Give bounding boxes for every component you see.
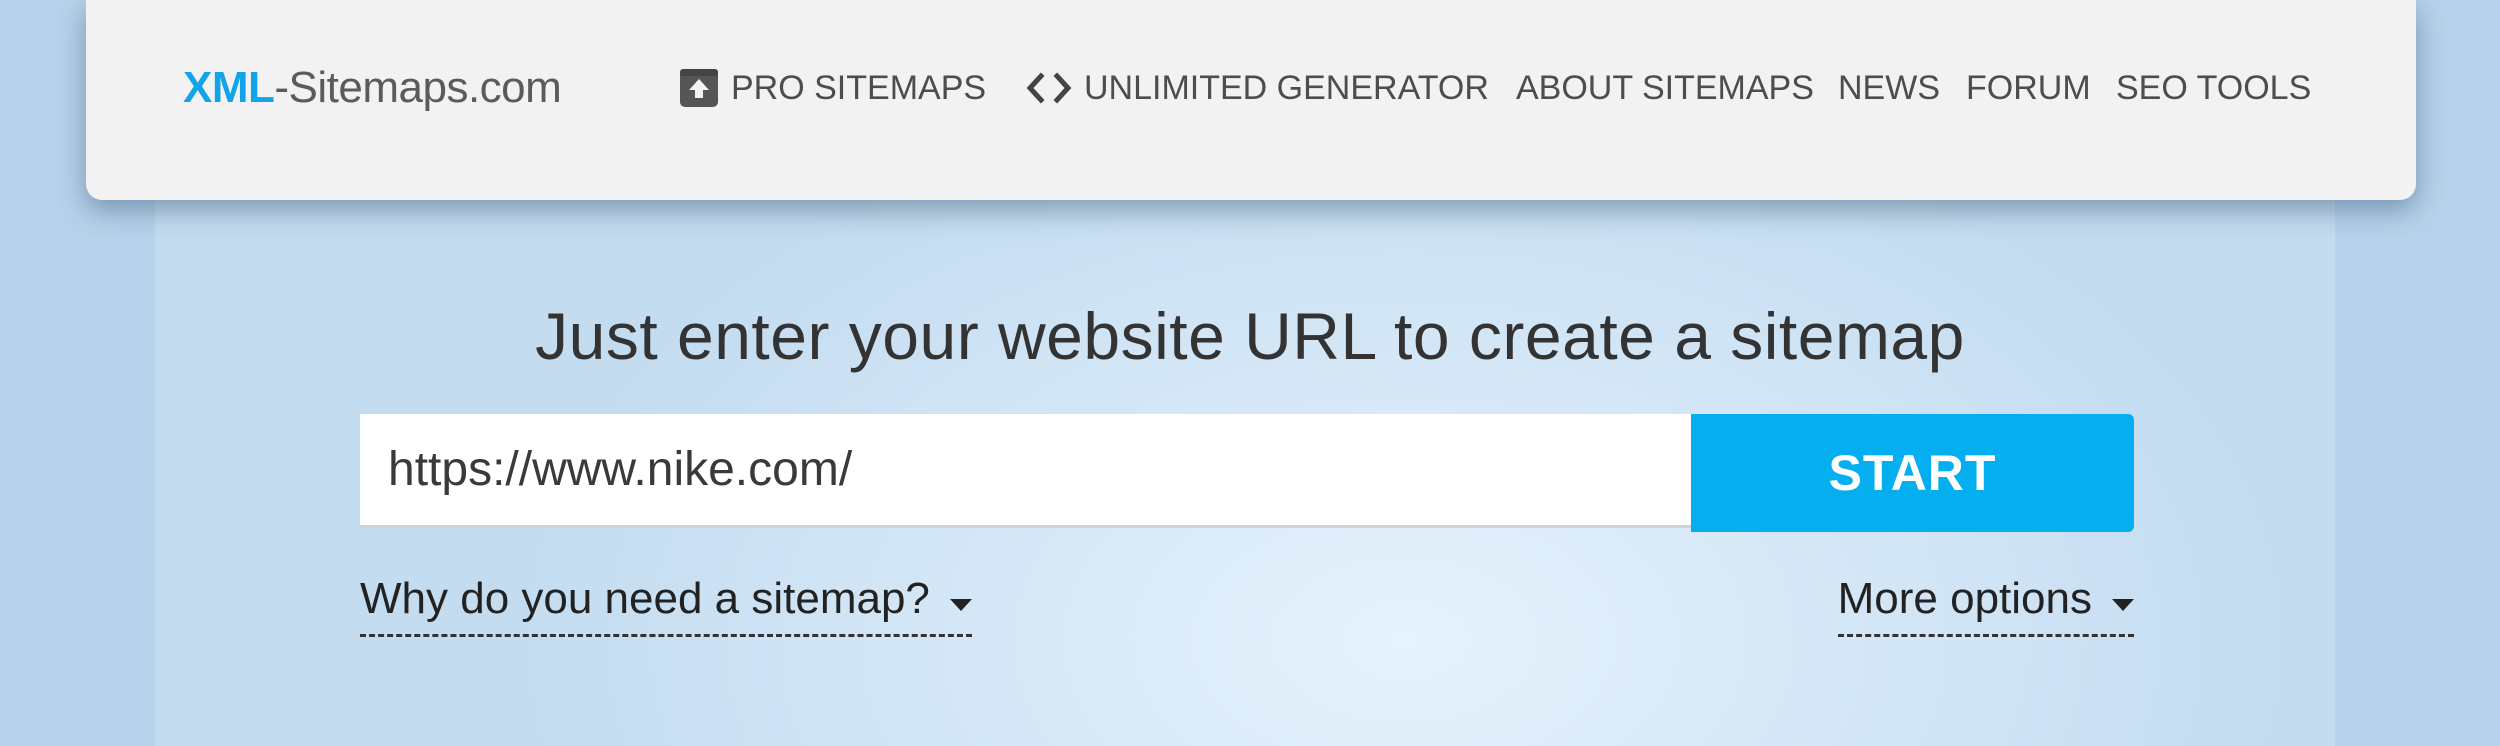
- nav-item-seo-tools[interactable]: SEO TOOLS: [2116, 58, 2311, 118]
- logo-xml-text: XML: [183, 63, 275, 112]
- nav-item-label: UNLIMITED GENERATOR: [1084, 68, 1489, 107]
- logo-domain-text: -Sitemaps.com: [274, 63, 562, 112]
- nav-item-unlimited-generator[interactable]: UNLIMITED GENERATOR: [1026, 58, 1489, 118]
- caret-down-icon: [2112, 574, 2134, 624]
- more-options-toggle[interactable]: More options: [1837, 564, 2134, 637]
- nav-item-label: NEWS: [1838, 68, 1940, 107]
- nav-item-pro-sitemaps[interactable]: PRO SITEMAPS: [679, 58, 986, 118]
- page-heading: Just enter your website URL to create a …: [535, 299, 1965, 373]
- why-sitemap-toggle[interactable]: Why do you need a sitemap?: [360, 564, 972, 637]
- start-button[interactable]: START: [1691, 414, 2134, 532]
- site-logo[interactable]: XML-Sitemaps.com: [183, 62, 562, 114]
- nav-item-label: SEO TOOLS: [2116, 68, 2312, 107]
- site-header: XML-Sitemaps.com PRO SITEMAPS UNLIMITED …: [86, 0, 2416, 200]
- website-url-input[interactable]: [360, 414, 1692, 528]
- upload-box-icon: [679, 68, 719, 108]
- nav-item-forum[interactable]: FORUM: [1966, 58, 2091, 118]
- caret-down-icon: [949, 574, 972, 624]
- nav-item-label: PRO SITEMAPS: [731, 68, 987, 107]
- nav-item-about-sitemaps[interactable]: ABOUT SITEMAPS: [1516, 58, 1814, 118]
- nav-item-news[interactable]: NEWS: [1838, 58, 1940, 118]
- nav-item-label: FORUM: [1966, 68, 2091, 107]
- why-sitemap-label: Why do you need a sitemap?: [360, 574, 930, 623]
- nav-item-label: ABOUT SITEMAPS: [1516, 68, 1814, 107]
- code-brackets-icon: [1026, 71, 1072, 105]
- more-options-label: More options: [1837, 574, 2092, 623]
